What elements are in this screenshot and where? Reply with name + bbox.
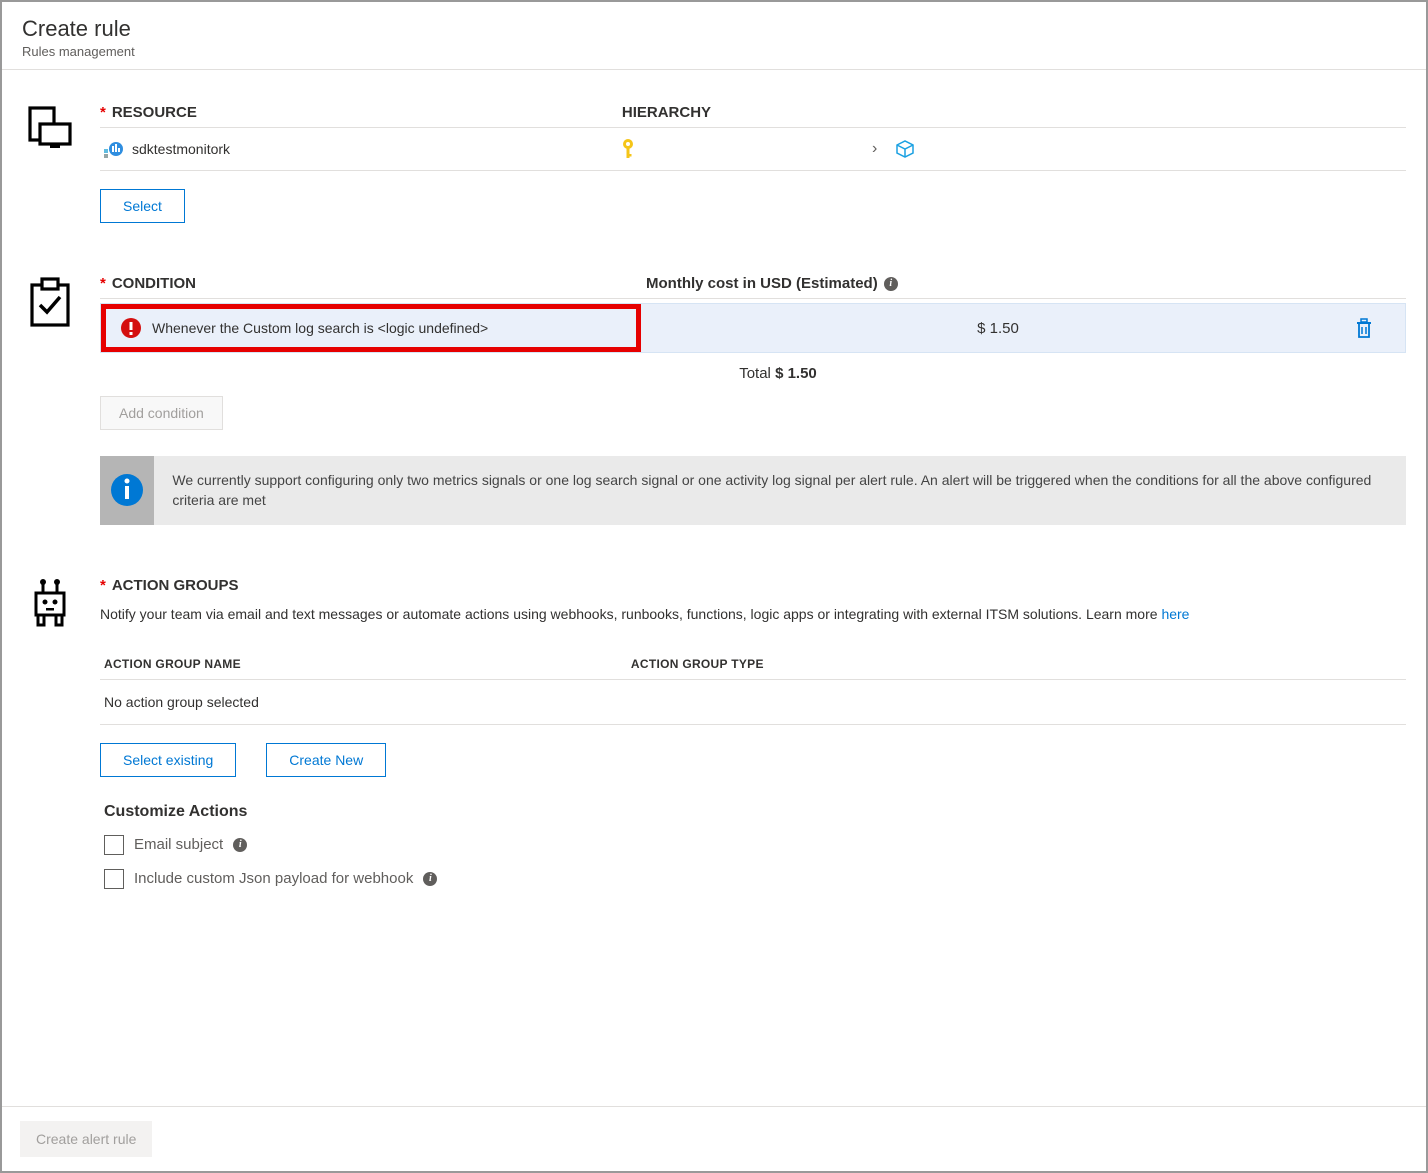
delete-condition-button[interactable] (1355, 318, 1405, 338)
select-existing-button[interactable]: Select existing (100, 743, 236, 777)
condition-row[interactable]: Whenever the Custom log search is <logic… (100, 303, 1406, 353)
select-resource-button[interactable]: Select (100, 189, 185, 223)
webhook-payload-label: Include custom Json payload for webhook (134, 870, 413, 887)
resource-label: *RESOURCE (100, 104, 197, 121)
resource-group-icon (895, 139, 915, 159)
action-groups-label: *ACTION GROUPS (100, 577, 1406, 594)
condition-cost: $ 1.50 (641, 320, 1355, 337)
resource-row[interactable]: sdktestmonitork › (100, 128, 1406, 171)
info-icon[interactable]: i (423, 872, 437, 886)
webhook-payload-checkbox[interactable] (104, 869, 124, 889)
info-callout: We currently support configuring only tw… (100, 456, 1406, 525)
total-cost: Total $ 1.50 (150, 353, 1406, 394)
page-subtitle: Rules management (22, 44, 1406, 59)
action-groups-icon (26, 577, 78, 889)
alert-icon (120, 317, 142, 339)
learn-more-link[interactable]: here (1161, 606, 1189, 622)
chevron-right-icon: › (872, 140, 877, 158)
info-icon[interactable]: i (884, 277, 898, 291)
cost-label: Monthly cost in USD (Estimated)i (646, 275, 898, 292)
page-title: Create rule (22, 16, 1406, 42)
add-condition-button: Add condition (100, 396, 223, 430)
condition-text: Whenever the Custom log search is <logic… (152, 320, 488, 336)
create-alert-rule-button: Create alert rule (20, 1121, 152, 1157)
create-new-button[interactable]: Create New (266, 743, 386, 777)
condition-icon (26, 275, 78, 525)
app-insights-icon (104, 139, 124, 159)
condition-label: *CONDITION (100, 275, 196, 292)
hierarchy-label: HIERARCHY (622, 104, 711, 121)
resource-icon (26, 104, 78, 223)
email-subject-checkbox[interactable] (104, 835, 124, 855)
key-icon (620, 138, 636, 160)
customize-actions-title: Customize Actions (104, 803, 1406, 821)
email-subject-label: Email subject (134, 836, 223, 853)
action-groups-empty: No action group selected (100, 680, 1406, 725)
resource-name-text: sdktestmonitork (132, 141, 230, 157)
col-action-group-type: ACTION GROUP TYPE (631, 657, 764, 671)
col-action-group-name: ACTION GROUP NAME (104, 657, 241, 671)
info-icon[interactable]: i (233, 838, 247, 852)
action-groups-description: Notify your team via email and text mess… (100, 604, 1406, 625)
